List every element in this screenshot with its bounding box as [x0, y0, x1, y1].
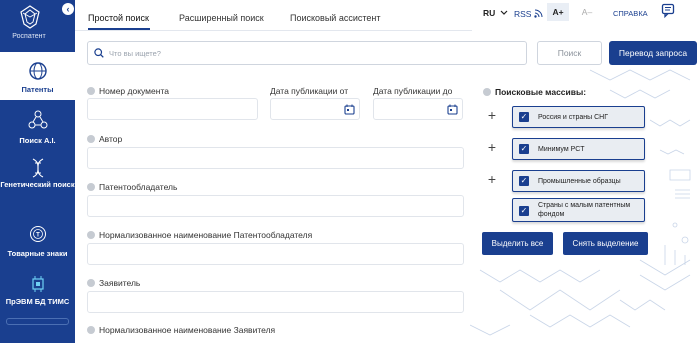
- rss-icon: [534, 9, 543, 18]
- chip-icon: [31, 276, 44, 292]
- calendar-icon[interactable]: [447, 104, 458, 115]
- trademark-icon: T: [29, 226, 46, 242]
- translate-query-button[interactable]: Перевод запроса: [609, 41, 697, 65]
- sidebar-item-label: Поиск A.I.: [19, 136, 56, 145]
- db-item-label: Промышленные образцы: [538, 178, 621, 185]
- expand-db-button[interactable]: +: [484, 172, 500, 188]
- patent-holder-text: Патентообладатель: [99, 182, 178, 192]
- checkbox-checked-icon[interactable]: ✓: [519, 176, 529, 186]
- author-text: Автор: [99, 134, 123, 144]
- sidebar-item-label: Патенты: [21, 85, 54, 94]
- collapse-sidebar-button[interactable]: ‹: [62, 3, 74, 15]
- language-value: RU: [483, 8, 496, 18]
- db-item[interactable]: ✓ Страны с малым патентным фондом: [512, 198, 645, 222]
- pub-date-from-label: Дата публикации от: [270, 86, 349, 96]
- sidebar-item-label: ПрЭВМ БД ТИМС: [5, 297, 70, 306]
- sidebar-item-label: Генетический поиск: [0, 180, 75, 189]
- patent-holder-label: Патентообладатель: [87, 182, 177, 192]
- font-increase-button[interactable]: A+: [547, 3, 569, 21]
- svg-text:T: T: [36, 233, 40, 239]
- doc-number-field[interactable]: [87, 98, 258, 120]
- help-icon[interactable]: [87, 183, 95, 191]
- brand[interactable]: Роспатент: [0, 0, 58, 50]
- select-all-button[interactable]: Выделить все: [482, 232, 553, 255]
- db-item[interactable]: ✓ Россия и страны СНГ: [512, 106, 645, 128]
- font-decrease-button[interactable]: A–: [576, 3, 598, 21]
- language-selector[interactable]: RU: [483, 8, 508, 18]
- doc-number-text: Номер документа: [99, 86, 169, 96]
- norm-patent-holder-label: Нормализованное наименование Патентообла…: [87, 230, 312, 240]
- search-button[interactable]: Поиск: [537, 41, 602, 65]
- norm-applicant-text: Нормализованное наименование Заявителя: [99, 325, 276, 335]
- sidebar-item-label: Товарные знаки: [7, 249, 68, 258]
- network-icon: [28, 110, 47, 129]
- pub-date-to-label: Дата публикации до: [373, 86, 453, 96]
- author-field[interactable]: [87, 147, 464, 169]
- chat-icon[interactable]: [661, 3, 677, 19]
- expand-db-button[interactable]: +: [484, 140, 500, 156]
- applicant-label: Заявитель: [87, 278, 140, 288]
- sidebar-item-software-db[interactable]: ПрЭВМ БД ТИМС: [0, 276, 75, 312]
- calendar-icon[interactable]: [344, 104, 355, 115]
- tabs-divider: [75, 30, 472, 31]
- pub-date-from-field[interactable]: [270, 98, 360, 120]
- checkbox-checked-icon[interactable]: ✓: [519, 112, 529, 122]
- rss-link[interactable]: RSS: [514, 9, 543, 19]
- search-input[interactable]: [109, 46, 519, 60]
- search-icon: [94, 48, 104, 58]
- checkbox-checked-icon[interactable]: ✓: [519, 144, 529, 154]
- patent-holder-field[interactable]: [87, 195, 464, 217]
- checkbox-checked-icon[interactable]: ✓: [519, 206, 529, 216]
- globe-icon: [28, 62, 47, 80]
- db-item-label: Минимум PCT: [538, 146, 585, 153]
- norm-applicant-label: Нормализованное наименование Заявителя: [87, 325, 275, 335]
- search-box[interactable]: [87, 41, 527, 65]
- tab-advanced-search[interactable]: Расширенный поиск: [179, 13, 264, 23]
- chevron-left-icon: ‹: [66, 4, 70, 14]
- chevron-down-icon: [500, 10, 508, 15]
- norm-patent-holder-text: Нормализованное наименование Патентообла…: [99, 230, 313, 240]
- pub-date-to-field[interactable]: [373, 98, 463, 120]
- deselect-all-button[interactable]: Снять выделение: [563, 232, 648, 255]
- db-item[interactable]: ✓ Промышленные образцы: [512, 170, 645, 192]
- sidebar-item-genetic-search[interactable]: Генетический поиск: [0, 158, 75, 202]
- help-icon[interactable]: [87, 135, 95, 143]
- norm-patent-holder-field[interactable]: [87, 243, 464, 265]
- rss-label: RSS: [514, 9, 532, 19]
- help-icon[interactable]: [87, 87, 95, 95]
- tab-search-assistant[interactable]: Поисковый ассистент: [290, 13, 380, 23]
- expand-db-button[interactable]: +: [484, 108, 500, 124]
- databases-title-text: Поисковые массивы:: [495, 87, 587, 97]
- applicant-text: Заявитель: [99, 278, 141, 288]
- doc-number-label: Номер документа: [87, 86, 169, 96]
- help-icon[interactable]: [87, 326, 95, 334]
- db-item-label: Страны с малым патентным фондом: [538, 202, 631, 218]
- db-item[interactable]: ✓ Минимум PCT: [512, 138, 645, 160]
- sidebar-item-patents[interactable]: Патенты: [0, 52, 75, 100]
- tab-simple-search[interactable]: Простой поиск: [88, 13, 149, 23]
- applicant-field[interactable]: [87, 291, 464, 313]
- sidebar-item-ai-search[interactable]: Поиск A.I.: [0, 110, 75, 150]
- databases-title: Поисковые массивы:: [483, 87, 586, 97]
- rospatent-logo-icon: [20, 5, 40, 29]
- active-tab-indicator: [88, 28, 150, 30]
- help-icon[interactable]: [87, 231, 95, 239]
- dna-icon: [32, 158, 43, 178]
- help-icon[interactable]: [87, 279, 95, 287]
- help-icon[interactable]: [483, 88, 491, 96]
- sidebar-scroll-handle[interactable]: [6, 318, 69, 325]
- db-item-label: Россия и страны СНГ: [538, 114, 608, 121]
- brand-name: Роспатент: [12, 33, 46, 40]
- sidebar-item-trademarks[interactable]: T Товарные знаки: [0, 225, 75, 261]
- sidebar: Роспатент ‹ Патенты Поиск A.I. Генетичес…: [0, 0, 75, 343]
- help-link[interactable]: СПРАВКА: [613, 9, 648, 18]
- author-label: Автор: [87, 134, 122, 144]
